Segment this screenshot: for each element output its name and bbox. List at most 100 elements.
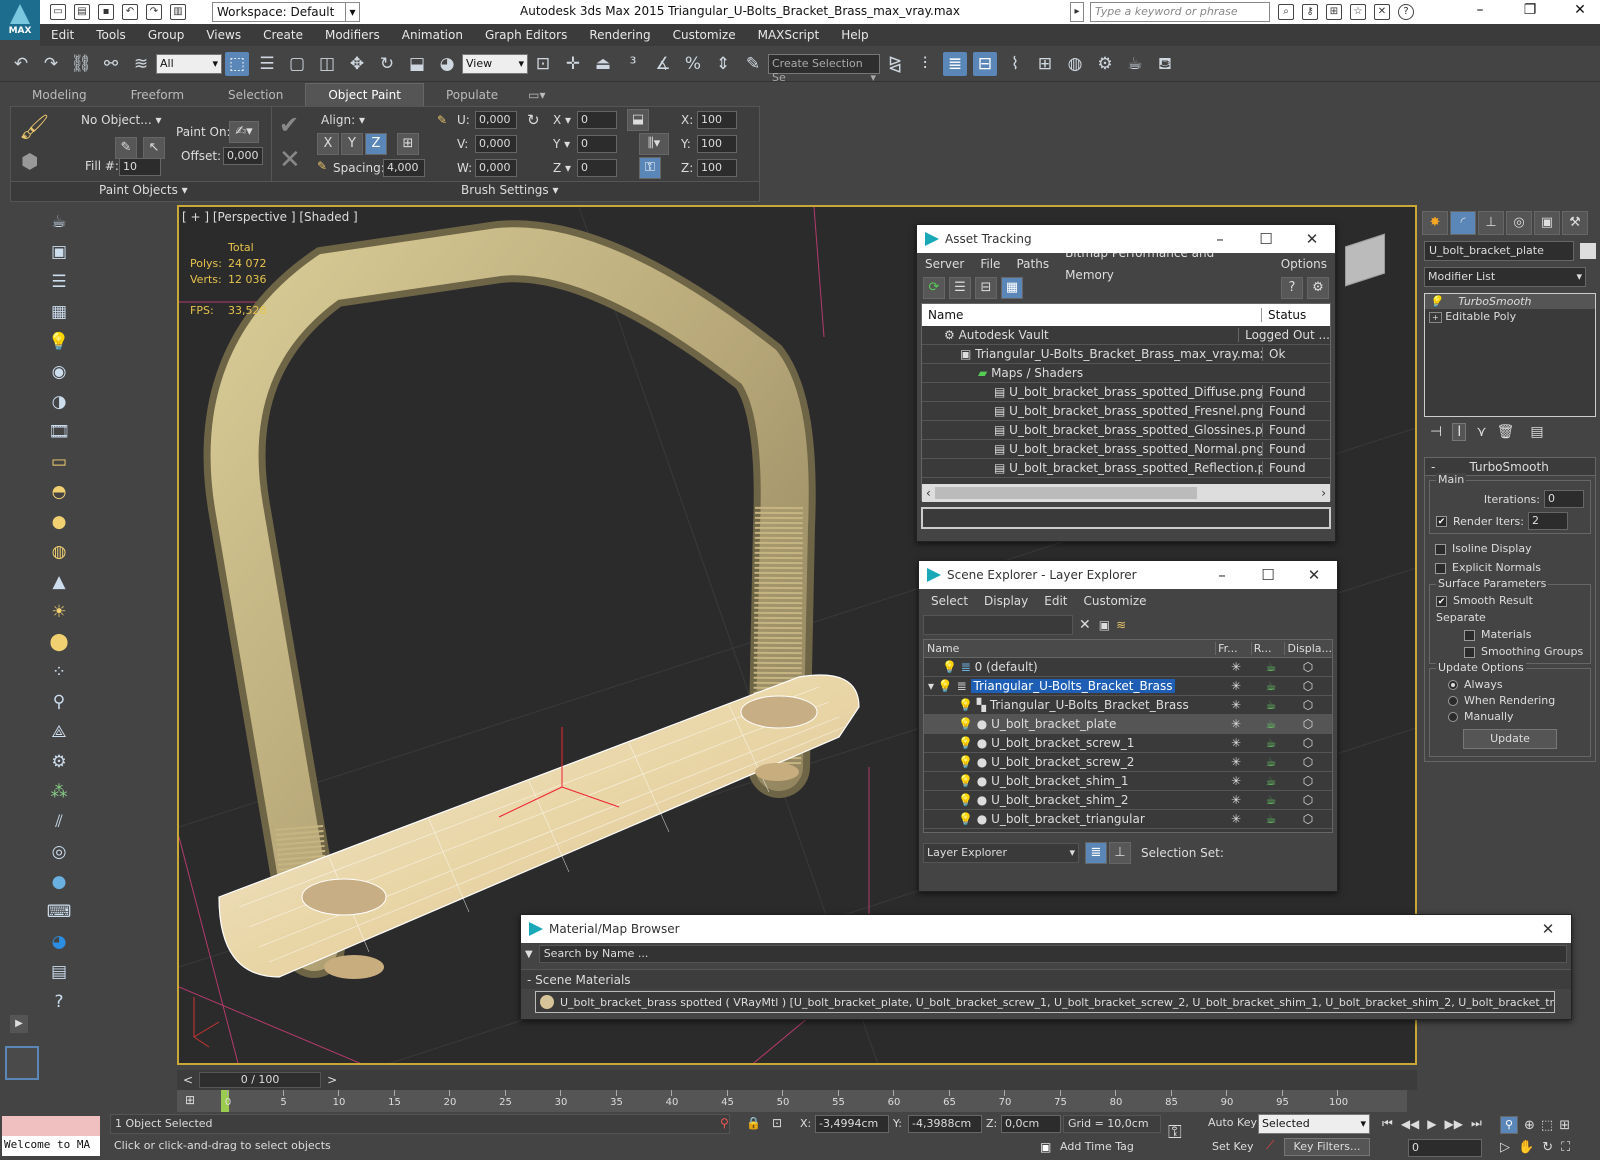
isoline-checkbox[interactable] <box>1435 543 1446 555</box>
schematic-view-icon[interactable]: ⊞ <box>1033 52 1057 76</box>
asset-row[interactable]: ▤ U_bolt_bracket_brass_spotted_Reflectio… <box>922 459 1330 478</box>
light-bulb-icon[interactable]: 💡 <box>1429 295 1443 308</box>
freeze-icon[interactable]: ✳ <box>1218 793 1254 807</box>
key-icon[interactable]: ⚷ <box>1302 4 1318 20</box>
menu-help[interactable]: Help <box>830 24 879 46</box>
scale-uniform-icon[interactable]: ⬓ <box>627 109 649 131</box>
menu-file[interactable]: File <box>980 253 1000 275</box>
menu-maxscript[interactable]: MAXScript <box>747 24 831 46</box>
sphere-solid-icon[interactable]: ⬤ <box>45 629 73 655</box>
expand-icon[interactable]: + <box>1429 312 1442 323</box>
rect-region-icon[interactable]: ▢ <box>285 52 309 76</box>
align-icon[interactable]: ⫶ <box>913 52 937 76</box>
window-crossing-icon[interactable]: ◫ <box>315 52 339 76</box>
menu-select[interactable]: Select <box>931 590 968 612</box>
display-box-icon[interactable]: ⬡ <box>1288 717 1328 731</box>
save-icon[interactable]: ▪ <box>98 4 114 20</box>
align-normal-icon[interactable]: ⊞ <box>397 133 419 155</box>
menu-customize[interactable]: Customize <box>1084 590 1147 612</box>
select-manipulate-icon[interactable]: ✛ <box>561 52 585 76</box>
object-row[interactable]: 💡 ● U_bolt_bracket_screw_1 ✳ ☕ ⬡ <box>924 734 1332 753</box>
list-icon[interactable]: ☰ <box>45 269 73 295</box>
tree-view-icon[interactable]: ⊟ <box>975 277 997 299</box>
settings-help-icon[interactable]: ⚙ <box>1307 277 1329 299</box>
edit-named-selection-icon[interactable]: ✎ <box>741 52 765 76</box>
scale-x-field[interactable]: 100 <box>697 111 737 129</box>
spacing-field[interactable]: 4,000 <box>383 159 425 177</box>
object-row[interactable]: 💡 ● U_bolt_bracket_shim_2 ✳ ☕ ⬡ <box>924 791 1332 810</box>
menu-options[interactable]: Options <box>1281 253 1327 275</box>
when-rendering-radio[interactable] <box>1448 696 1458 706</box>
app-logo[interactable]: MAX <box>0 0 40 40</box>
object-row[interactable]: 💡 ● U_bolt_bracket_plate ✳ ☕ ⬡ <box>924 715 1332 734</box>
always-radio[interactable] <box>1448 680 1458 690</box>
horizontal-scrollbar[interactable]: ‹ › <box>922 484 1330 502</box>
ox-icon[interactable]: ◎ <box>45 839 73 865</box>
add-to-layer-icon[interactable]: ≋ <box>1116 618 1126 632</box>
material-editor-icon[interactable]: ◍ <box>1063 52 1087 76</box>
keyboard-shortcut-icon[interactable]: ⏏ <box>591 52 615 76</box>
menu-graph-editors[interactable]: Graph Editors <box>474 24 578 46</box>
display-box-icon[interactable]: ⬡ <box>1288 755 1328 769</box>
keyword-search-input[interactable]: Type a keyword or phrase <box>1090 2 1270 22</box>
pyramid-icon[interactable]: ⟁ <box>45 719 73 745</box>
stack-item[interactable]: 💡 TurboSmooth <box>1425 294 1595 309</box>
freeze-icon[interactable]: ✳ <box>1218 717 1254 731</box>
bind-spacewarp-icon[interactable]: ≋ <box>129 52 153 76</box>
key-filters-button[interactable]: Key Filters... <box>1284 1138 1370 1156</box>
paint-object-picker[interactable]: No Object... ▾ <box>81 113 162 127</box>
viewport-label[interactable]: [ + ] [Perspective ] [Shaded ] <box>182 210 358 224</box>
sun-icon[interactable]: ☀ <box>45 599 73 625</box>
set-key-icon[interactable]: ⚿ <box>1168 1122 1182 1143</box>
go-to-start-icon[interactable]: ⏮ <box>1382 1116 1393 1131</box>
object-name-field[interactable]: U_bolt_bracket_plate <box>1424 241 1574 261</box>
find-field[interactable] <box>923 615 1073 635</box>
workspace-dropdown[interactable]: Workspace: Default ▾ <box>212 2 360 22</box>
paint-objects-icon[interactable]: ⬢ <box>21 149 47 175</box>
tab-selection[interactable]: Selection <box>206 84 305 106</box>
layer-row[interactable]: ▾ 💡 ≣ Triangular_U-Bolts_Bracket_Brass ✳ ☕… <box>924 677 1332 696</box>
col-freeze[interactable]: Fr... <box>1215 642 1251 655</box>
maximize-button[interactable]: ☐ <box>1243 225 1289 253</box>
tab-object-paint[interactable]: Object Paint <box>305 83 424 107</box>
geosphere-icon[interactable]: ◍ <box>45 539 73 565</box>
reference-coordinate-dropdown[interactable]: View ▾ <box>462 53 528 74</box>
light-bulb-icon[interactable]: 💡 <box>958 793 973 807</box>
display-box-icon[interactable]: ⬡ <box>1288 774 1328 788</box>
render-teapot-icon[interactable]: ☕ <box>1254 679 1288 693</box>
rotate-icon[interactable]: ↻ <box>375 52 399 76</box>
asset-row[interactable]: ▤ U_bolt_bracket_brass_spotted_Diffuse.p… <box>922 383 1330 402</box>
z-coordinate-field[interactable]: 0,0cm <box>1001 1115 1061 1133</box>
menu-paths[interactable]: Paths <box>1016 253 1049 275</box>
minimize-window-button[interactable]: – <box>1470 2 1490 22</box>
zoom-all-icon[interactable]: ⊕ <box>1524 1118 1535 1133</box>
freeze-icon[interactable]: ✳ <box>1218 660 1254 674</box>
field-of-view-icon[interactable]: ▷ <box>1500 1140 1510 1155</box>
redo-icon[interactable]: ↷ <box>146 4 162 20</box>
u-field[interactable]: 0,000 <box>475 111 517 129</box>
close-button[interactable]: ✕ <box>1289 225 1335 253</box>
close-button[interactable]: ✕ <box>1525 915 1571 943</box>
render-iters-checkbox[interactable]: ✔ <box>1436 515 1447 527</box>
layer-explorer-icon[interactable]: ≣ <box>1085 842 1107 864</box>
w-field[interactable]: 0,000 <box>475 159 517 177</box>
fill-number-field[interactable]: 10 <box>119 158 161 176</box>
menu-group[interactable]: Group <box>137 24 196 46</box>
modify-tab-icon[interactable]: ◜ <box>1450 211 1476 235</box>
render-teapot-icon[interactable]: ☕ <box>1254 717 1288 731</box>
angle-snap-icon[interactable]: ∡ <box>651 52 675 76</box>
zoom-extents-icon[interactable]: ⬚ <box>1541 1118 1553 1133</box>
menu-views[interactable]: Views <box>195 24 252 46</box>
light-bulb-icon[interactable]: 💡 <box>938 679 953 693</box>
object-row[interactable]: 💡 ● U_bolt_bracket_shim_1 ✳ ☕ ⬡ <box>924 772 1332 791</box>
render-teapot-icon[interactable]: ☕ <box>1254 660 1288 674</box>
configure-sets-icon[interactable]: ▤ <box>1530 424 1543 440</box>
menu-customize[interactable]: Customize <box>662 24 747 46</box>
rendered-frame-window-icon[interactable]: ☕ <box>1123 52 1147 76</box>
pick-object-button[interactable]: ↖ <box>143 137 165 159</box>
info-center-toggle[interactable]: ▸ <box>1070 2 1084 22</box>
sphere-icon[interactable]: ● <box>45 509 73 535</box>
maxscript-mini-listener[interactable]: Welcome to MA <box>2 1136 100 1156</box>
zoom-icon[interactable]: ⚲ <box>1500 1116 1518 1134</box>
go-to-end-icon[interactable]: ⏭ <box>1471 1116 1482 1131</box>
